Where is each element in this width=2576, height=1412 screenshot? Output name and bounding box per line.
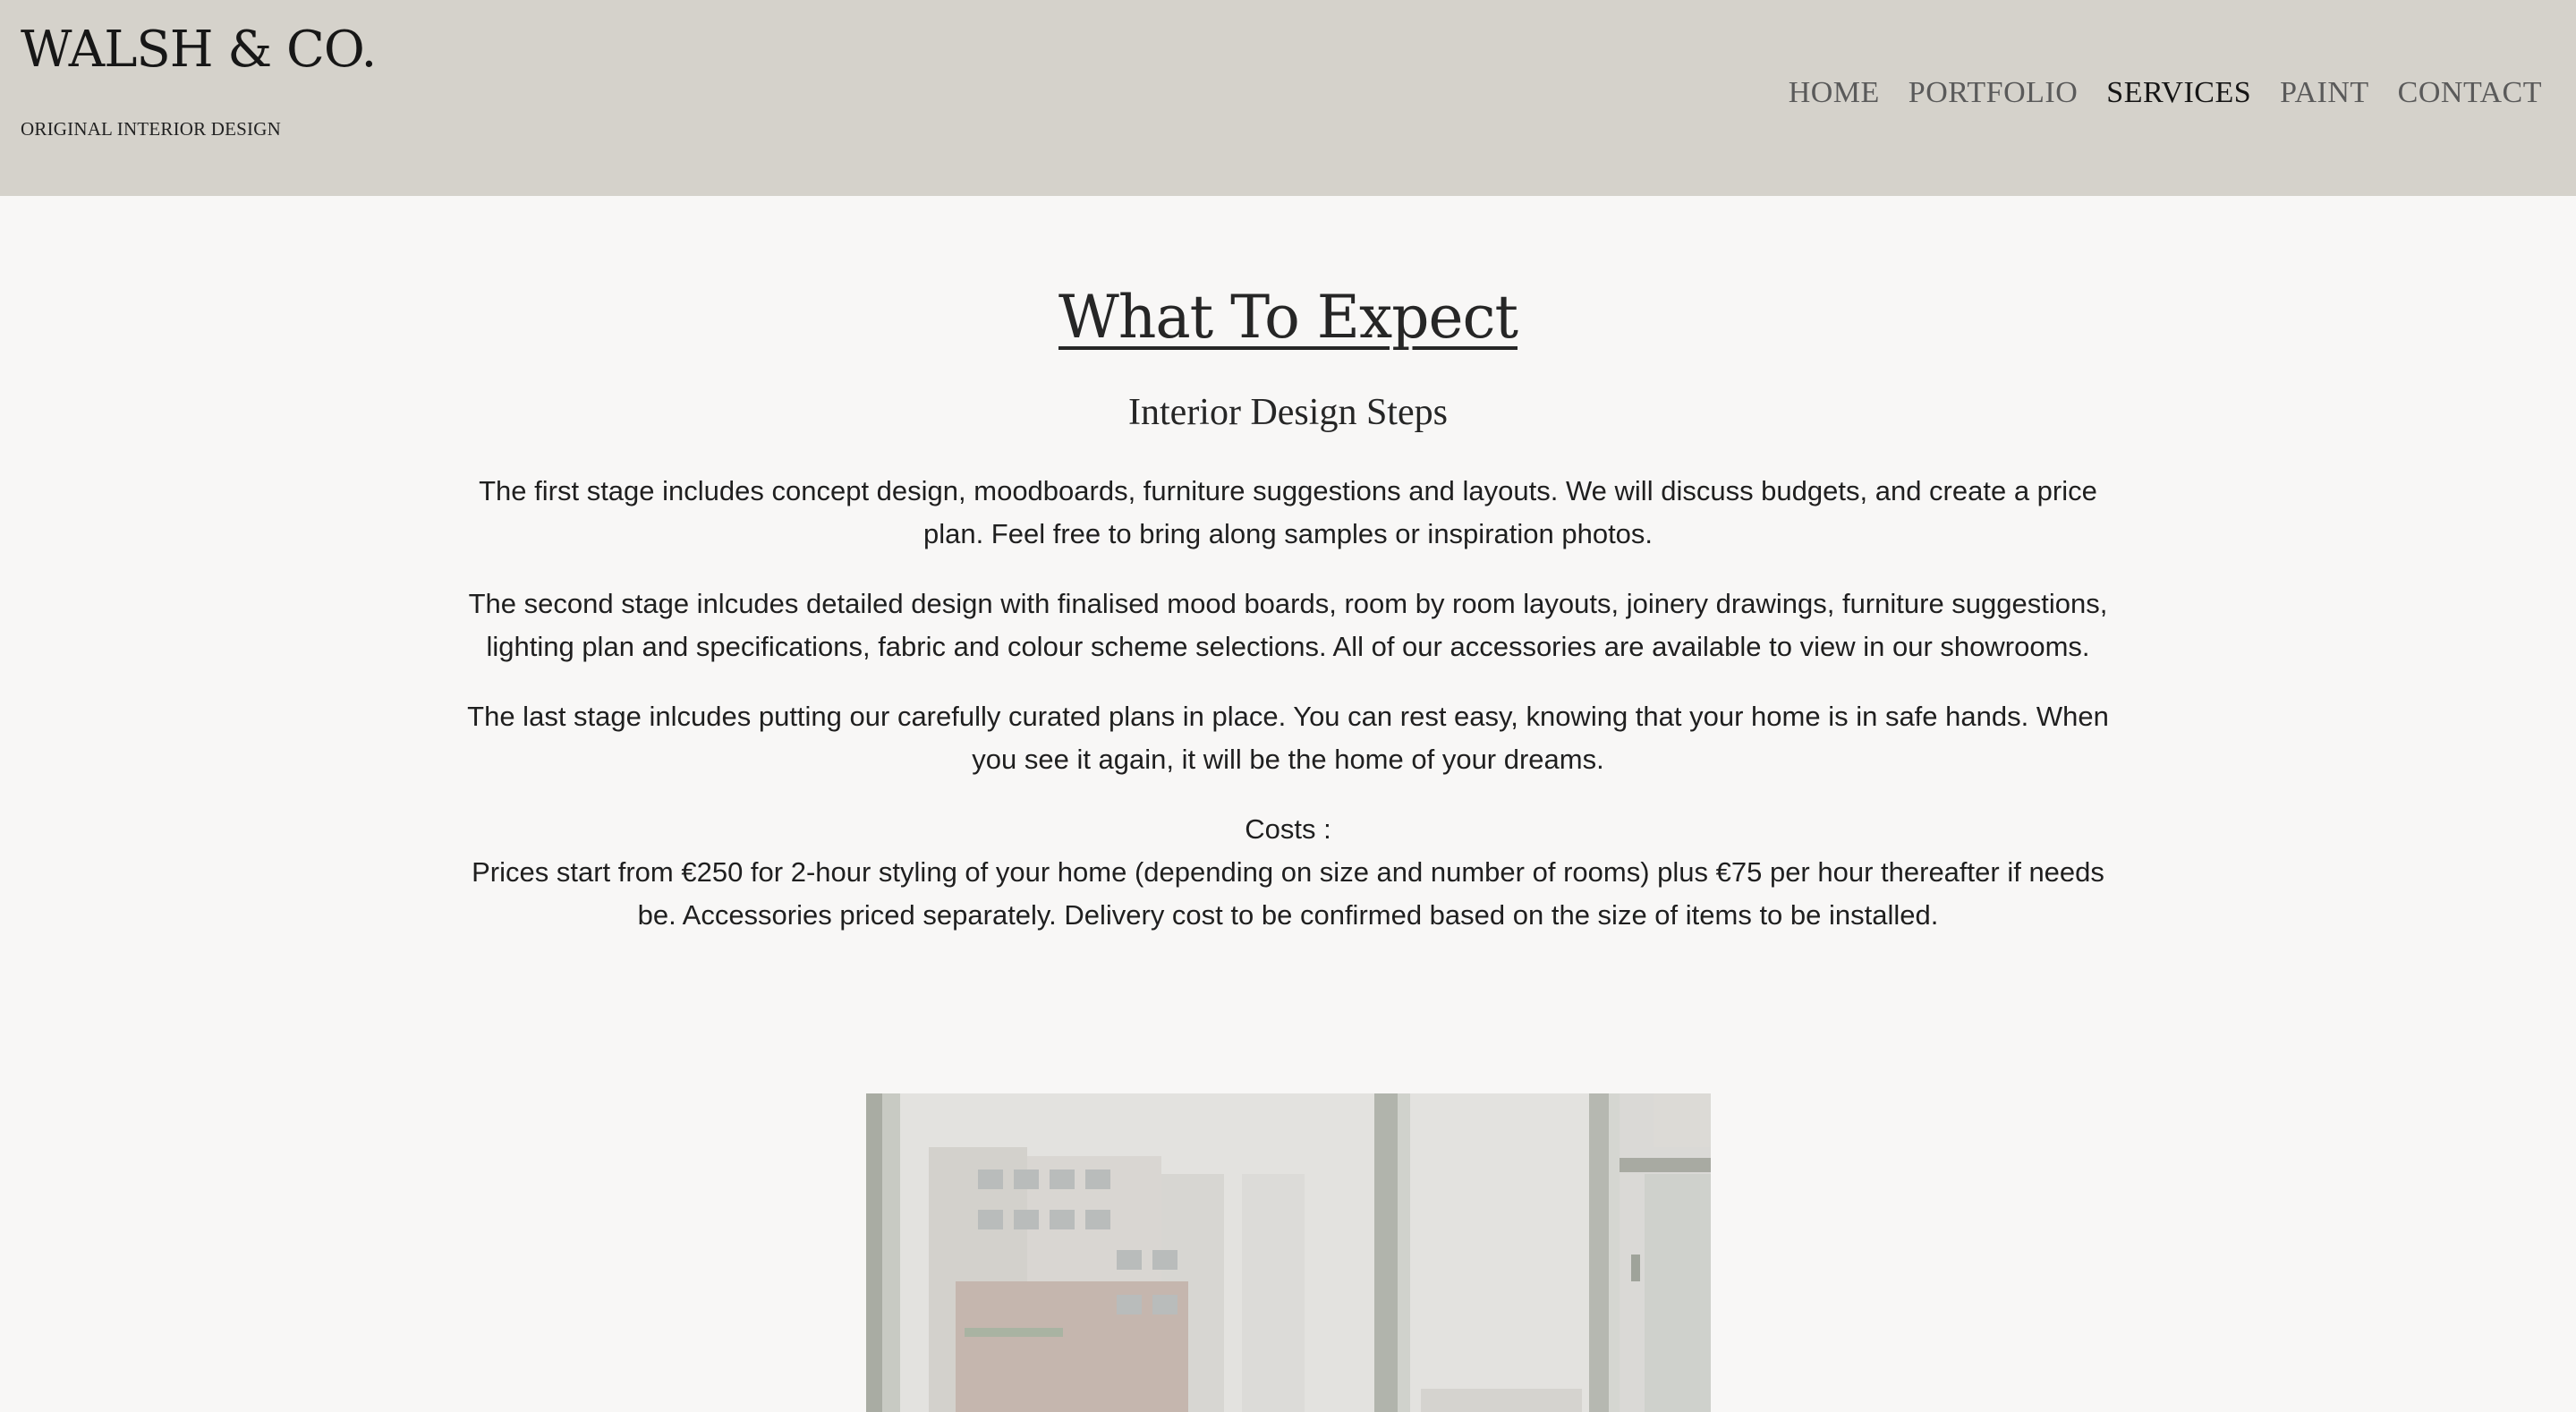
window-view-image: [866, 1093, 1711, 1412]
costs-label: Costs :: [1245, 812, 1331, 845]
main-content: What To Expect Interior Design Steps The…: [447, 282, 2130, 937]
main-nav: HOME PORTFOLIO SERVICES PAINT CONTACT: [1789, 76, 2542, 110]
nav-home[interactable]: HOME: [1789, 76, 1880, 110]
nav-paint[interactable]: PAINT: [2280, 76, 2369, 110]
nav-contact[interactable]: CONTACT: [2398, 76, 2542, 110]
costs-text: Prices start from €250 for 2-hour stylin…: [472, 855, 2104, 931]
brand-title[interactable]: WALSH & CO.: [21, 25, 377, 75]
paragraph-stage-2: The second stage inlcudes detailed desig…: [468, 587, 2108, 662]
paragraph-stage-1: The first stage includes concept design,…: [479, 474, 2097, 549]
window-view-illustration: [866, 1093, 1711, 1412]
costs-block: Costs : Prices start from €250 for 2-hou…: [456, 808, 2121, 937]
nav-portfolio[interactable]: PORTFOLIO: [1909, 76, 2078, 110]
brand[interactable]: WALSH & CO. ORIGINAL INTERIOR DESIGN: [21, 25, 377, 140]
nav-services[interactable]: SERVICES: [2106, 76, 2251, 110]
site-header: WALSH & CO. ORIGINAL INTERIOR DESIGN HOM…: [0, 0, 2576, 196]
page-title: What To Expect: [1058, 283, 1518, 352]
brand-subtitle: ORIGINAL INTERIOR DESIGN: [21, 118, 281, 140]
paragraph-stage-3: The last stage inlcudes putting our care…: [467, 700, 2109, 775]
section-title: Interior Design Steps: [1128, 392, 1448, 434]
